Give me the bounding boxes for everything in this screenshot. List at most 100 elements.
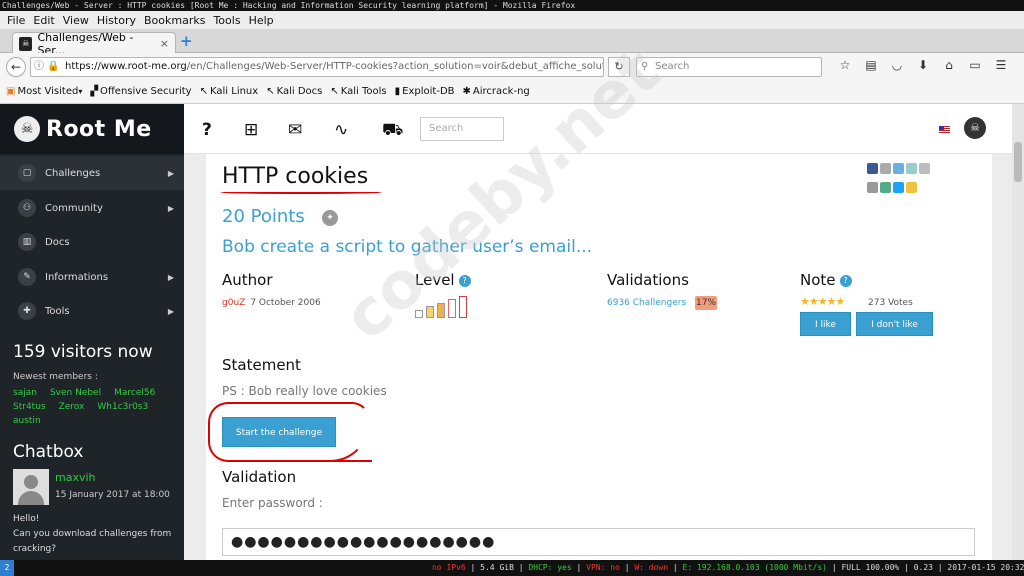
logo-text: Root Me — [46, 116, 152, 142]
blog-icon[interactable] — [893, 163, 904, 174]
menu-bookmarks[interactable]: Bookmarks — [144, 14, 205, 27]
cart-icon[interactable]: ⛟ — [382, 120, 403, 142]
reading-list-icon[interactable]: ▤ — [858, 58, 884, 72]
browser-search-placeholder: Search — [655, 61, 690, 72]
bookmarks-bar: ▣ Most Visited ▾ ▞ Offensive Security ↖ Kal… — [0, 80, 1024, 104]
success-percent-badge: 17% — [695, 296, 717, 310]
chat-date: 15 January 2017 at 18:00 — [55, 490, 170, 500]
download-icon[interactable]: ⬇ — [910, 58, 936, 72]
share-icons — [866, 160, 936, 198]
bookmark-aircrack-ng[interactable]: ✱ Aircrack-ng — [463, 86, 530, 97]
menu-edit[interactable]: Edit — [33, 14, 54, 27]
community-icon: ⚇ — [18, 199, 36, 217]
sidebar-item-tools[interactable]: ✚ Tools ▶ — [0, 294, 184, 328]
sidebar-item-informations[interactable]: ✎ Informations ▶ — [0, 260, 184, 294]
like-button[interactable]: I like — [800, 312, 851, 336]
sidebar-item-challenges[interactable]: ▢ Challenges ▶ — [0, 156, 184, 190]
tab-close-icon[interactable]: × — [160, 37, 169, 50]
bookmark-kali-docs[interactable]: ↖ Kali Docs — [266, 86, 322, 97]
scrollbar-thumb[interactable] — [1014, 142, 1022, 182]
member-link[interactable]: Zerox — [59, 402, 85, 412]
red-circle-annotation — [208, 402, 370, 462]
member-link[interactable]: sajan — [13, 388, 37, 398]
workspace-indicator[interactable]: 2 — [0, 560, 14, 576]
sidebar-item-community[interactable]: ⚇ Community ▶ — [0, 191, 184, 225]
star-icon[interactable]: ☆ — [832, 58, 858, 72]
sitemap-icon[interactable]: ⊞ — [244, 120, 258, 140]
menu-history[interactable]: History — [97, 14, 136, 27]
share-icon[interactable] — [906, 163, 917, 174]
author-info: g0uZ 7 October 2006 — [222, 298, 321, 308]
menu-file[interactable]: File — [7, 14, 25, 27]
help-question-icon[interactable]: ? — [202, 120, 212, 140]
menu-bar: File Edit View History Bookmarks Tools H… — [0, 11, 1024, 29]
bookmark-kali-tools[interactable]: ↖ Kali Tools — [330, 86, 386, 97]
enter-password-label: Enter password : — [222, 496, 323, 510]
author-link[interactable]: g0uZ — [222, 298, 245, 308]
chatbox-title: Chatbox — [13, 442, 84, 462]
share-icon[interactable] — [867, 182, 878, 193]
window-title: Challenges/Web - Server : HTTP cookies [… — [0, 0, 1024, 11]
hamburger-menu-icon[interactable]: ☰ — [988, 58, 1014, 72]
password-input[interactable]: ●●●●●●●●●●●●●●●●●●●● — [222, 528, 975, 556]
challenge-points: 20 Points — [222, 206, 305, 227]
help-icon[interactable]: ? — [839, 274, 852, 287]
home-icon[interactable]: ⌂ — [936, 58, 962, 72]
mail-icon[interactable]: ✉ — [288, 120, 302, 140]
member-link[interactable]: Marcel56 — [114, 388, 155, 398]
activity-icon[interactable]: ∿ — [334, 120, 348, 140]
chevron-right-icon: ▶ — [167, 306, 174, 316]
member-link[interactable]: austin — [13, 416, 41, 426]
chevron-right-icon: ▶ — [167, 272, 174, 282]
member-link[interactable]: Wh1c3r0s3 — [97, 402, 148, 412]
chat-avatar[interactable] — [13, 469, 49, 505]
info-icon: ✎ — [18, 268, 36, 286]
facebook-icon[interactable] — [867, 163, 878, 174]
twitter-icon[interactable] — [893, 182, 904, 193]
browser-search-input[interactable]: ⚲ Search — [636, 57, 822, 77]
menu-tools[interactable]: Tools — [213, 14, 240, 27]
challengers-link[interactable]: 6936 Challengers — [607, 298, 686, 308]
bookmark-kali-linux[interactable]: ↖ Kali Linux — [200, 86, 259, 97]
status-disk: 5.4 GiB — [480, 563, 514, 572]
star-share-icon[interactable] — [906, 182, 917, 193]
publish-date: 7 October 2006 — [250, 298, 321, 308]
status-ipv6: no IPv6 — [432, 563, 466, 572]
statement-text: PS : Bob really love cookies — [222, 384, 387, 398]
dislike-button[interactable]: I don't like — [856, 312, 933, 336]
docs-icon: ▥ — [18, 233, 36, 251]
menu-help[interactable]: Help — [249, 14, 274, 27]
member-link[interactable]: Sven Nebel — [50, 388, 101, 398]
pocket-icon[interactable]: ◡ — [884, 58, 910, 72]
chat-username[interactable]: maxvih — [55, 471, 96, 484]
share-icon[interactable] — [880, 182, 891, 193]
share-icon[interactable] — [919, 163, 930, 174]
share-icon[interactable] — [880, 163, 891, 174]
bookmark-offensive-security[interactable]: ▞ Offensive Security — [90, 86, 191, 97]
rootme-logo[interactable]: ☠ Root Me — [0, 104, 184, 154]
screenshot-icon[interactable]: ▭ — [962, 58, 988, 72]
menu-view[interactable]: View — [63, 14, 89, 27]
site-search-input[interactable]: Search — [420, 117, 504, 141]
us-flag-icon[interactable] — [939, 126, 950, 134]
tab-challenges[interactable]: ☠ Challenges/Web - Ser... × — [12, 31, 176, 57]
sidebar-item-docs[interactable]: ▥ Docs — [0, 225, 184, 259]
score-icon: ✦ — [322, 210, 338, 226]
url-bar[interactable]: https://www.root-me.org/en/Challenges/We… — [30, 57, 604, 77]
bookmark-most-visited[interactable]: ▣ Most Visited ▾ — [6, 86, 82, 97]
page-scrollbar[interactable] — [1012, 104, 1024, 560]
sidebar: ☠ Root Me ▢ Challenges ▶ ⚇ Community ▶ ▥ Docs… — [0, 104, 184, 560]
back-button[interactable]: ← — [6, 57, 26, 77]
user-avatar[interactable]: ☠ — [964, 117, 986, 139]
page-title: HTTP cookies — [222, 164, 369, 189]
site-info-icon[interactable]: ⓘ 🔒 — [34, 57, 60, 72]
aircrack-icon: ✱ — [462, 86, 471, 97]
bookmark-exploit-db[interactable]: ▮ Exploit-DB — [395, 86, 455, 97]
status-datetime: 2017-01-15 20:32:50 — [947, 563, 1024, 572]
kali-icon: ↖ — [199, 86, 208, 97]
chat-message: Hello! Can you download challenges from … — [13, 514, 172, 554]
new-tab-button[interactable]: + — [180, 32, 193, 50]
member-link[interactable]: Str4tus — [13, 402, 46, 412]
red-underline-annotation — [220, 191, 382, 194]
status-items: no IPv6 | 5.4 GiB | DHCP: yes | VPN: no … — [432, 560, 1024, 576]
